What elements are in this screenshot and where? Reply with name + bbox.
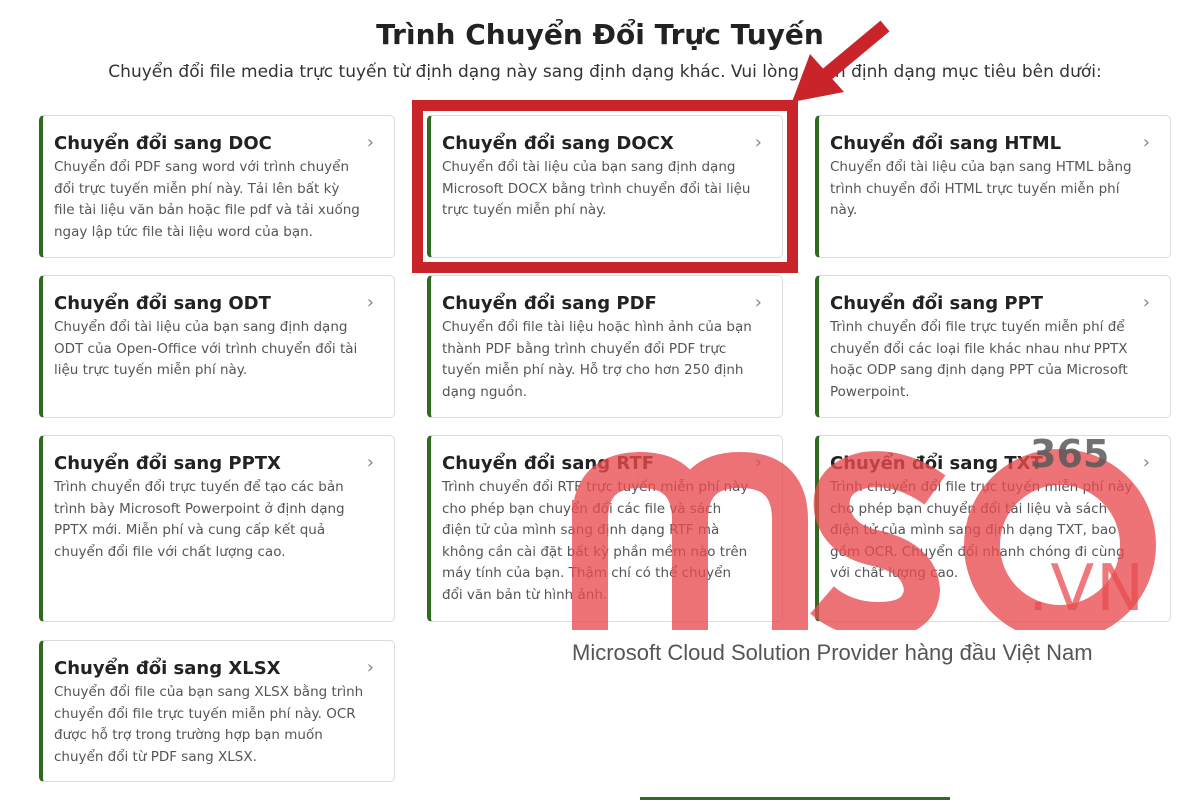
card-title: Chuyển đổi sang XLSX (54, 658, 281, 679)
card-title: Chuyển đổi sang DOC (54, 133, 272, 154)
chevron-right-icon: › (754, 452, 762, 473)
card-title: Chuyển đổi sang HTML (830, 133, 1062, 154)
card-convert-ppt[interactable]: Chuyển đổi sang PPT Trình chuyển đổi fil… (815, 275, 1171, 418)
card-description: Trình chuyển đổi file trực tuyến miễn ph… (830, 319, 1128, 400)
page-subtitle: Chuyển đổi file media trực tuyến từ định… (108, 62, 1102, 82)
card-description: Chuyển đổi file tài liệu hoặc hình ảnh c… (442, 319, 752, 400)
chevron-right-icon: › (366, 452, 374, 473)
tagline: Microsoft Cloud Solution Provider hàng đ… (572, 640, 1093, 665)
card-title: Chuyển đổi sang PPTX (54, 453, 281, 474)
card-title: Chuyển đổi sang PPT (830, 293, 1044, 314)
card-description: Chuyển đổi file của bạn sang XLSX bằng t… (54, 684, 364, 765)
card-convert-rtf[interactable]: Chuyển đổi sang RTF Trình chuyển đổi RTF… (427, 435, 783, 622)
card-description: Trình chuyển đổi trực tuyến để tạo các b… (54, 479, 345, 560)
chevron-right-icon: › (754, 292, 762, 313)
chevron-right-icon: › (1142, 292, 1150, 313)
chevron-right-icon: › (1142, 132, 1150, 153)
arrow-pointer-icon (792, 20, 890, 102)
card-convert-doc[interactable]: Chuyển đổi sang DOC Chuyển đổi PDF sang … (39, 115, 395, 258)
card-convert-odt[interactable]: Chuyển đổi sang ODT Chuyển đổi tài liệu … (39, 275, 395, 418)
card-convert-pdf[interactable]: Chuyển đổi sang PDF Chuyển đổi file tài … (427, 275, 783, 418)
card-description: Chuyển đổi tài liệu của bạn sang định dạ… (54, 319, 358, 378)
card-description: Chuyển đổi tài liệu của bạn sang HTML bằ… (830, 159, 1132, 218)
chevron-right-icon: › (366, 292, 374, 313)
chevron-right-icon: › (366, 657, 374, 678)
card-convert-html[interactable]: Chuyển đổi sang HTML Chuyển đổi tài liệu… (815, 115, 1171, 258)
card-description: Trình chuyển đổi RTF trực tuyến miễn phí… (442, 479, 749, 603)
logo-number: 365 (1030, 432, 1110, 476)
card-title: Chuyển đổi sang PDF (442, 293, 657, 314)
card-convert-pptx[interactable]: Chuyển đổi sang PPTX Trình chuyển đổi tr… (39, 435, 395, 622)
chevron-right-icon: › (366, 132, 374, 153)
page-title: Trình Chuyển Đổi Trực Tuyến (376, 18, 824, 51)
card-title: Chuyển đổi sang ODT (54, 293, 271, 314)
card-description: Chuyển đổi PDF sang word với trình chuyể… (54, 159, 360, 240)
chevron-right-icon: › (1142, 452, 1150, 473)
highlight-box (412, 100, 798, 273)
logo-suffix: .VN (1028, 552, 1146, 626)
card-title: Chuyển đổi sang RTF (442, 453, 655, 474)
card-convert-xlsx[interactable]: Chuyển đổi sang XLSX Chuyển đổi file của… (39, 640, 395, 782)
